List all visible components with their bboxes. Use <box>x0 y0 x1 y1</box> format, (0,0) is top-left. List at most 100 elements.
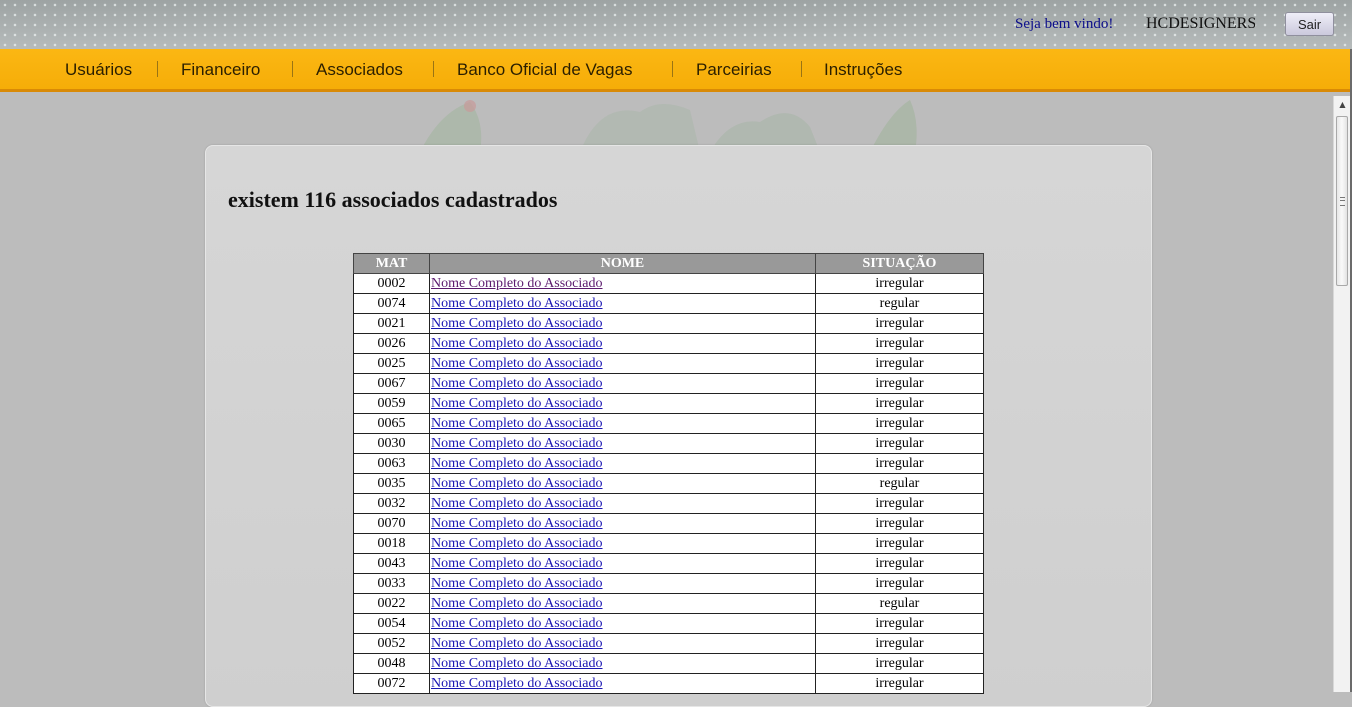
table-row: 0030 Nome Completo do Associado irregular <box>353 433 984 454</box>
associado-link[interactable]: Nome Completo do Associado <box>431 676 603 691</box>
cell-mat: 0072 <box>353 673 430 694</box>
cell-mat: 0032 <box>353 493 430 514</box>
cell-nome: Nome Completo do Associado <box>429 673 816 694</box>
cell-nome: Nome Completo do Associado <box>429 293 816 314</box>
associado-link[interactable]: Nome Completo do Associado <box>431 616 603 631</box>
cell-mat: 0067 <box>353 373 430 394</box>
associado-link[interactable]: Nome Completo do Associado <box>431 536 603 551</box>
column-header-situacao: SITUAÇÃO <box>815 253 984 274</box>
cell-mat: 0025 <box>353 353 430 374</box>
table-row: 0070 Nome Completo do Associado irregular <box>353 513 984 534</box>
nav-separator <box>801 61 802 77</box>
table-row: 0021 Nome Completo do Associado irregular <box>353 313 984 334</box>
associado-link[interactable]: Nome Completo do Associado <box>431 556 603 571</box>
cell-nome: Nome Completo do Associado <box>429 333 816 354</box>
nav-separator <box>433 61 434 77</box>
associado-link[interactable]: Nome Completo do Associado <box>431 396 603 411</box>
associado-link[interactable]: Nome Completo do Associado <box>431 436 603 451</box>
associado-link[interactable]: Nome Completo do Associado <box>431 276 603 291</box>
cell-situacao: irregular <box>815 513 984 534</box>
cell-nome: Nome Completo do Associado <box>429 413 816 434</box>
cell-nome: Nome Completo do Associado <box>429 473 816 494</box>
top-bar: Seja bem vindo! HCDESIGNERS Sair <box>0 0 1352 49</box>
cell-mat: 0002 <box>353 273 430 294</box>
cell-nome: Nome Completo do Associado <box>429 353 816 374</box>
cell-situacao: irregular <box>815 413 984 434</box>
cell-situacao: regular <box>815 473 984 494</box>
associado-link[interactable]: Nome Completo do Associado <box>431 656 603 671</box>
nav-separator <box>292 61 293 77</box>
associado-link[interactable]: Nome Completo do Associado <box>431 596 603 611</box>
cell-situacao: irregular <box>815 313 984 334</box>
cell-situacao: irregular <box>815 573 984 594</box>
cell-situacao: irregular <box>815 673 984 694</box>
associado-link[interactable]: Nome Completo do Associado <box>431 296 603 311</box>
table-row: 0026 Nome Completo do Associado irregular <box>353 333 984 354</box>
cell-nome: Nome Completo do Associado <box>429 513 816 534</box>
welcome-text: Seja bem vindo! <box>1015 16 1114 32</box>
associado-link[interactable]: Nome Completo do Associado <box>431 576 603 591</box>
cell-mat: 0048 <box>353 653 430 674</box>
cell-situacao: irregular <box>815 493 984 514</box>
table-row: 0072 Nome Completo do Associado irregular <box>353 673 984 694</box>
scrollbar-thumb[interactable] <box>1336 116 1348 286</box>
associado-link[interactable]: Nome Completo do Associado <box>431 336 603 351</box>
cell-nome: Nome Completo do Associado <box>429 453 816 474</box>
table-row: 0025 Nome Completo do Associado irregular <box>353 353 984 374</box>
associado-link[interactable]: Nome Completo do Associado <box>431 496 603 511</box>
cell-mat: 0030 <box>353 433 430 454</box>
table-body: 0002 Nome Completo do Associado irregular 0… <box>353 273 984 694</box>
cell-nome: Nome Completo do Associado <box>429 373 816 394</box>
nav-item-usuarios[interactable]: Usuários <box>65 60 132 80</box>
main-nav: Usuários Financeiro Associados Banco Ofi… <box>0 49 1352 92</box>
associado-link[interactable]: Nome Completo do Associado <box>431 516 603 531</box>
cell-situacao: irregular <box>815 633 984 654</box>
cell-nome: Nome Completo do Associado <box>429 273 816 294</box>
associado-link[interactable]: Nome Completo do Associado <box>431 416 603 431</box>
cell-mat: 0063 <box>353 453 430 474</box>
associado-link[interactable]: Nome Completo do Associado <box>431 356 603 371</box>
nav-item-banco-vagas[interactable]: Banco Oficial de Vagas <box>457 60 632 80</box>
cell-nome: Nome Completo do Associado <box>429 553 816 574</box>
nav-item-instrucoes[interactable]: Instruções <box>824 60 902 80</box>
cell-situacao: irregular <box>815 433 984 454</box>
associados-table: MAT NOME SITUAÇÃO 0002 Nome Completo do A… <box>353 253 984 694</box>
cell-mat: 0035 <box>353 473 430 494</box>
table-row: 0059 Nome Completo do Associado irregular <box>353 393 984 414</box>
cell-situacao: irregular <box>815 613 984 634</box>
vertical-scrollbar[interactable]: ▲ <box>1333 96 1351 692</box>
nav-item-parceirias[interactable]: Parceirias <box>696 60 772 80</box>
cell-nome: Nome Completo do Associado <box>429 533 816 554</box>
cell-nome: Nome Completo do Associado <box>429 613 816 634</box>
cell-mat: 0022 <box>353 593 430 614</box>
associado-link[interactable]: Nome Completo do Associado <box>431 376 603 391</box>
cell-nome: Nome Completo do Associado <box>429 433 816 454</box>
associado-link[interactable]: Nome Completo do Associado <box>431 476 603 491</box>
cell-mat: 0052 <box>353 633 430 654</box>
nav-item-financeiro[interactable]: Financeiro <box>181 60 260 80</box>
column-header-mat: MAT <box>353 253 430 274</box>
associado-link[interactable]: Nome Completo do Associado <box>431 316 603 331</box>
cell-mat: 0065 <box>353 413 430 434</box>
associado-link[interactable]: Nome Completo do Associado <box>431 636 603 651</box>
table-header-row: MAT NOME SITUAÇÃO <box>353 253 984 274</box>
table-row: 0052 Nome Completo do Associado irregular <box>353 633 984 654</box>
table-row: 0032 Nome Completo do Associado irregular <box>353 493 984 514</box>
cell-mat: 0070 <box>353 513 430 534</box>
cell-mat: 0074 <box>353 293 430 314</box>
cell-mat: 0059 <box>353 393 430 414</box>
associado-link[interactable]: Nome Completo do Associado <box>431 456 603 471</box>
username: HCDESIGNERS <box>1146 15 1257 32</box>
table-row: 0063 Nome Completo do Associado irregular <box>353 453 984 474</box>
up-arrow-icon[interactable]: ▲ <box>1334 96 1351 113</box>
cell-mat: 0054 <box>353 613 430 634</box>
table-row: 0033 Nome Completo do Associado irregular <box>353 573 984 594</box>
cell-situacao: irregular <box>815 653 984 674</box>
nav-item-associados[interactable]: Associados <box>316 60 403 80</box>
table-row: 0054 Nome Completo do Associado irregular <box>353 613 984 634</box>
cell-mat: 0018 <box>353 533 430 554</box>
cell-nome: Nome Completo do Associado <box>429 573 816 594</box>
logout-button[interactable]: Sair <box>1285 12 1334 36</box>
table-row: 0022 Nome Completo do Associado regular <box>353 593 984 614</box>
cell-situacao: irregular <box>815 333 984 354</box>
